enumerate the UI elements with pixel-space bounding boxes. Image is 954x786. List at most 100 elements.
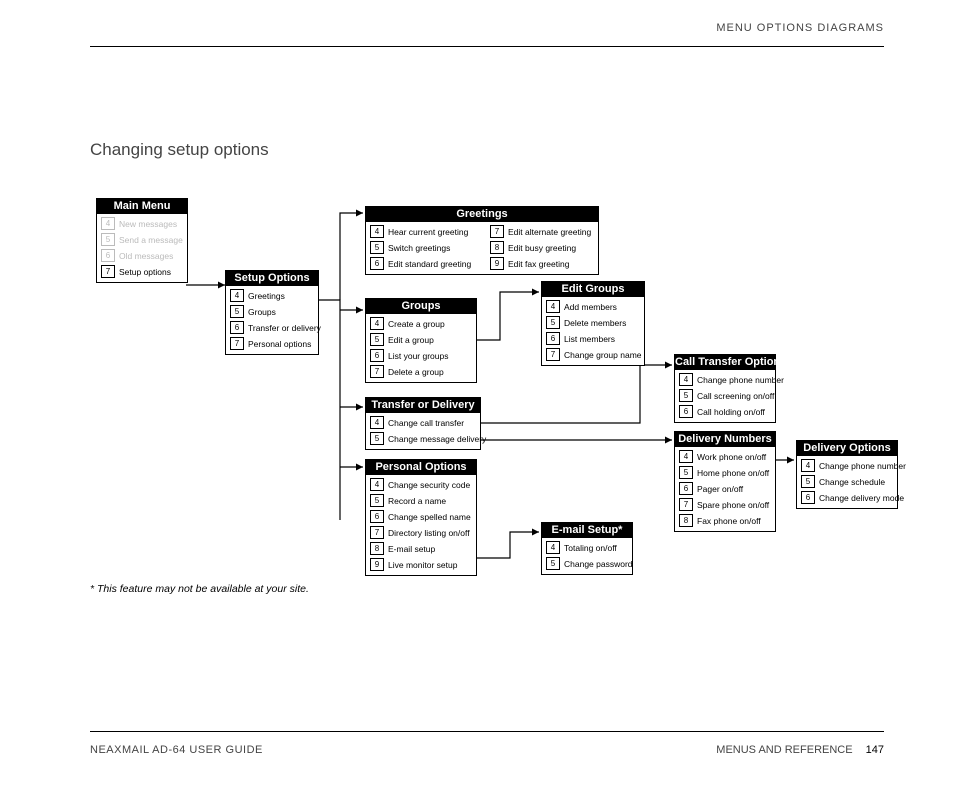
box-delivery-numbers: Delivery Numbers 4 Work phone on/off 5 Home… bbox=[674, 431, 776, 532]
key-number: 5 bbox=[679, 466, 693, 479]
key-number: 6 bbox=[101, 249, 115, 262]
key-number: 5 bbox=[370, 432, 384, 445]
box-title: Call Transfer Options bbox=[675, 355, 775, 370]
menu-item-row: 4Change call transfer bbox=[370, 416, 476, 429]
menu-item-row: 4 Change security code bbox=[370, 478, 472, 491]
menu-item-label: Record a name bbox=[388, 496, 446, 506]
box-title: Delivery Options bbox=[797, 441, 897, 456]
key-number: 4 bbox=[801, 459, 815, 472]
key-number: 5 bbox=[101, 233, 115, 246]
menu-item-row: 7Delete a group bbox=[370, 365, 472, 378]
menu-item-row: 5Change password bbox=[546, 557, 628, 570]
menu-item-label: Personal options bbox=[248, 339, 311, 349]
menu-item-label: Setup options bbox=[119, 267, 171, 277]
key-number: 7 bbox=[490, 225, 504, 238]
key-number: 5 bbox=[801, 475, 815, 488]
menu-item-row: 6Transfer or delivery bbox=[230, 321, 314, 334]
menu-item-row: 7Edit alternate greeting bbox=[490, 225, 594, 238]
box-edit-groups: Edit Groups 4Add members5Delete members6… bbox=[541, 281, 645, 366]
menu-item-row: 4New messages bbox=[101, 217, 183, 230]
menu-item-label: Change phone number bbox=[697, 375, 784, 385]
menu-item-label: New messages bbox=[119, 219, 177, 229]
menu-item-label: Delete a group bbox=[388, 367, 444, 377]
menu-item-row: 4Change phone number bbox=[801, 459, 893, 472]
key-number: 4 bbox=[679, 450, 693, 463]
box-setup-options: Setup Options 4Greetings5Groups6Transfer… bbox=[225, 270, 319, 355]
menu-item-label: Work phone on/off bbox=[697, 452, 766, 462]
menu-item-row: 5Record a name bbox=[370, 494, 472, 507]
key-number: 4 bbox=[370, 317, 384, 330]
menu-item-label: Change message delivery bbox=[388, 434, 486, 444]
key-number: 4 bbox=[679, 373, 693, 386]
menu-item-label: Old messages bbox=[119, 251, 173, 261]
box-greetings: Greetings 4Hear current greeting 5Switch … bbox=[365, 206, 599, 275]
rule-bottom bbox=[90, 731, 884, 732]
menu-item-label: Change phone number bbox=[819, 461, 906, 471]
menu-item-row: 7Personal options bbox=[230, 337, 314, 350]
box-title: Delivery Numbers bbox=[675, 432, 775, 447]
menu-item-row: 5 Call screening on/off bbox=[679, 389, 771, 402]
key-number: 6 bbox=[546, 332, 560, 345]
menu-item-label: Groups bbox=[248, 307, 276, 317]
menu-item-label: Pager on/off bbox=[697, 484, 743, 494]
menu-item-label: List your groups bbox=[388, 351, 448, 361]
box-main-menu: Main Menu 4New messages5Send a message6O… bbox=[96, 198, 188, 283]
diagram-canvas: Main Menu 4New messages5Send a message6O… bbox=[0, 0, 954, 786]
menu-item-label: Edit standard greeting bbox=[388, 259, 471, 269]
footer-left: NEAXMAIL AD-64 USER GUIDE bbox=[90, 744, 263, 756]
key-number: 6 bbox=[370, 257, 384, 270]
box-title: Transfer or Delivery bbox=[366, 398, 480, 413]
box-body: 4Add members 5Delete members 6List members… bbox=[542, 297, 644, 365]
menu-item-label: Home phone on/off bbox=[697, 468, 769, 478]
menu-item-row: 6Change delivery mode bbox=[801, 491, 893, 504]
box-title: Greetings bbox=[366, 207, 598, 222]
key-number: 8 bbox=[370, 542, 384, 555]
menu-item-row: 4 Work phone on/off bbox=[679, 450, 771, 463]
menu-item-row: 6Change spelled name bbox=[370, 510, 472, 523]
key-number: 5 bbox=[546, 316, 560, 329]
box-body: 4Hear current greeting 5Switch greetings 6… bbox=[366, 222, 598, 274]
box-title: Setup Options bbox=[226, 271, 318, 286]
key-number: 5 bbox=[546, 557, 560, 570]
key-number: 4 bbox=[370, 225, 384, 238]
box-delivery-options: Delivery Options 4Change phone number 5 Ch… bbox=[796, 440, 898, 509]
menu-item-row: 6List members bbox=[546, 332, 640, 345]
box-body: 4Change phone number 5 Change schedule 6Cha… bbox=[797, 456, 897, 508]
box-title: Main Menu bbox=[97, 199, 187, 214]
menu-item-row: 7 Directory listing on/off bbox=[370, 526, 472, 539]
key-number: 8 bbox=[490, 241, 504, 254]
box-body: 4Work phone on/off5Home phone on/off6Pag… bbox=[675, 447, 775, 531]
menu-item-row: 5Edit a group bbox=[370, 333, 472, 346]
menu-item-label: Change spelled name bbox=[388, 512, 471, 522]
page-number: 147 bbox=[866, 744, 884, 756]
box-groups: Groups 4Create a group5Edit a group6List… bbox=[365, 298, 477, 383]
footer-right: MENUS AND REFERENCE 147 bbox=[716, 744, 884, 756]
menu-item-row: 4Add members bbox=[546, 300, 640, 313]
menu-item-label: Call screening on/off bbox=[697, 391, 774, 401]
menu-item-row: 5Delete members bbox=[546, 316, 640, 329]
menu-item-row: 6 Edit standard greeting bbox=[370, 257, 474, 270]
menu-item-row: 4Greetings bbox=[230, 289, 314, 302]
key-number: 6 bbox=[370, 349, 384, 362]
menu-item-row: 5 Change schedule bbox=[801, 475, 893, 488]
key-number: 5 bbox=[679, 389, 693, 402]
menu-item-row: 5Switch greetings bbox=[370, 241, 474, 254]
box-body: 4 Change security code 5Record a name 6Chan… bbox=[366, 475, 476, 575]
menu-item-row: 9Live monitor setup bbox=[370, 558, 472, 571]
box-body: 4Change phone number5Call screening on/o… bbox=[675, 370, 775, 422]
key-number: 4 bbox=[230, 289, 244, 302]
menu-item-row: 7Spare phone on/off bbox=[679, 498, 771, 511]
menu-item-row: 9Edit fax greeting bbox=[490, 257, 594, 270]
menu-item-label: Directory listing on/off bbox=[388, 528, 470, 538]
key-number: 7 bbox=[546, 348, 560, 361]
menu-item-label: Change password bbox=[564, 559, 633, 569]
key-number: 4 bbox=[370, 478, 384, 491]
box-call-transfer-options: Call Transfer Options 4Change phone numb… bbox=[674, 354, 776, 423]
menu-item-label: Change security code bbox=[388, 480, 470, 490]
menu-item-row: 8Fax phone on/off bbox=[679, 514, 771, 527]
box-body: 4New messages5Send a message6Old message… bbox=[97, 214, 187, 282]
menu-item-label: Change schedule bbox=[819, 477, 885, 487]
menu-item-row: 4Hear current greeting bbox=[370, 225, 474, 238]
menu-item-row: 8E-mail setup bbox=[370, 542, 472, 555]
key-number: 7 bbox=[370, 526, 384, 539]
